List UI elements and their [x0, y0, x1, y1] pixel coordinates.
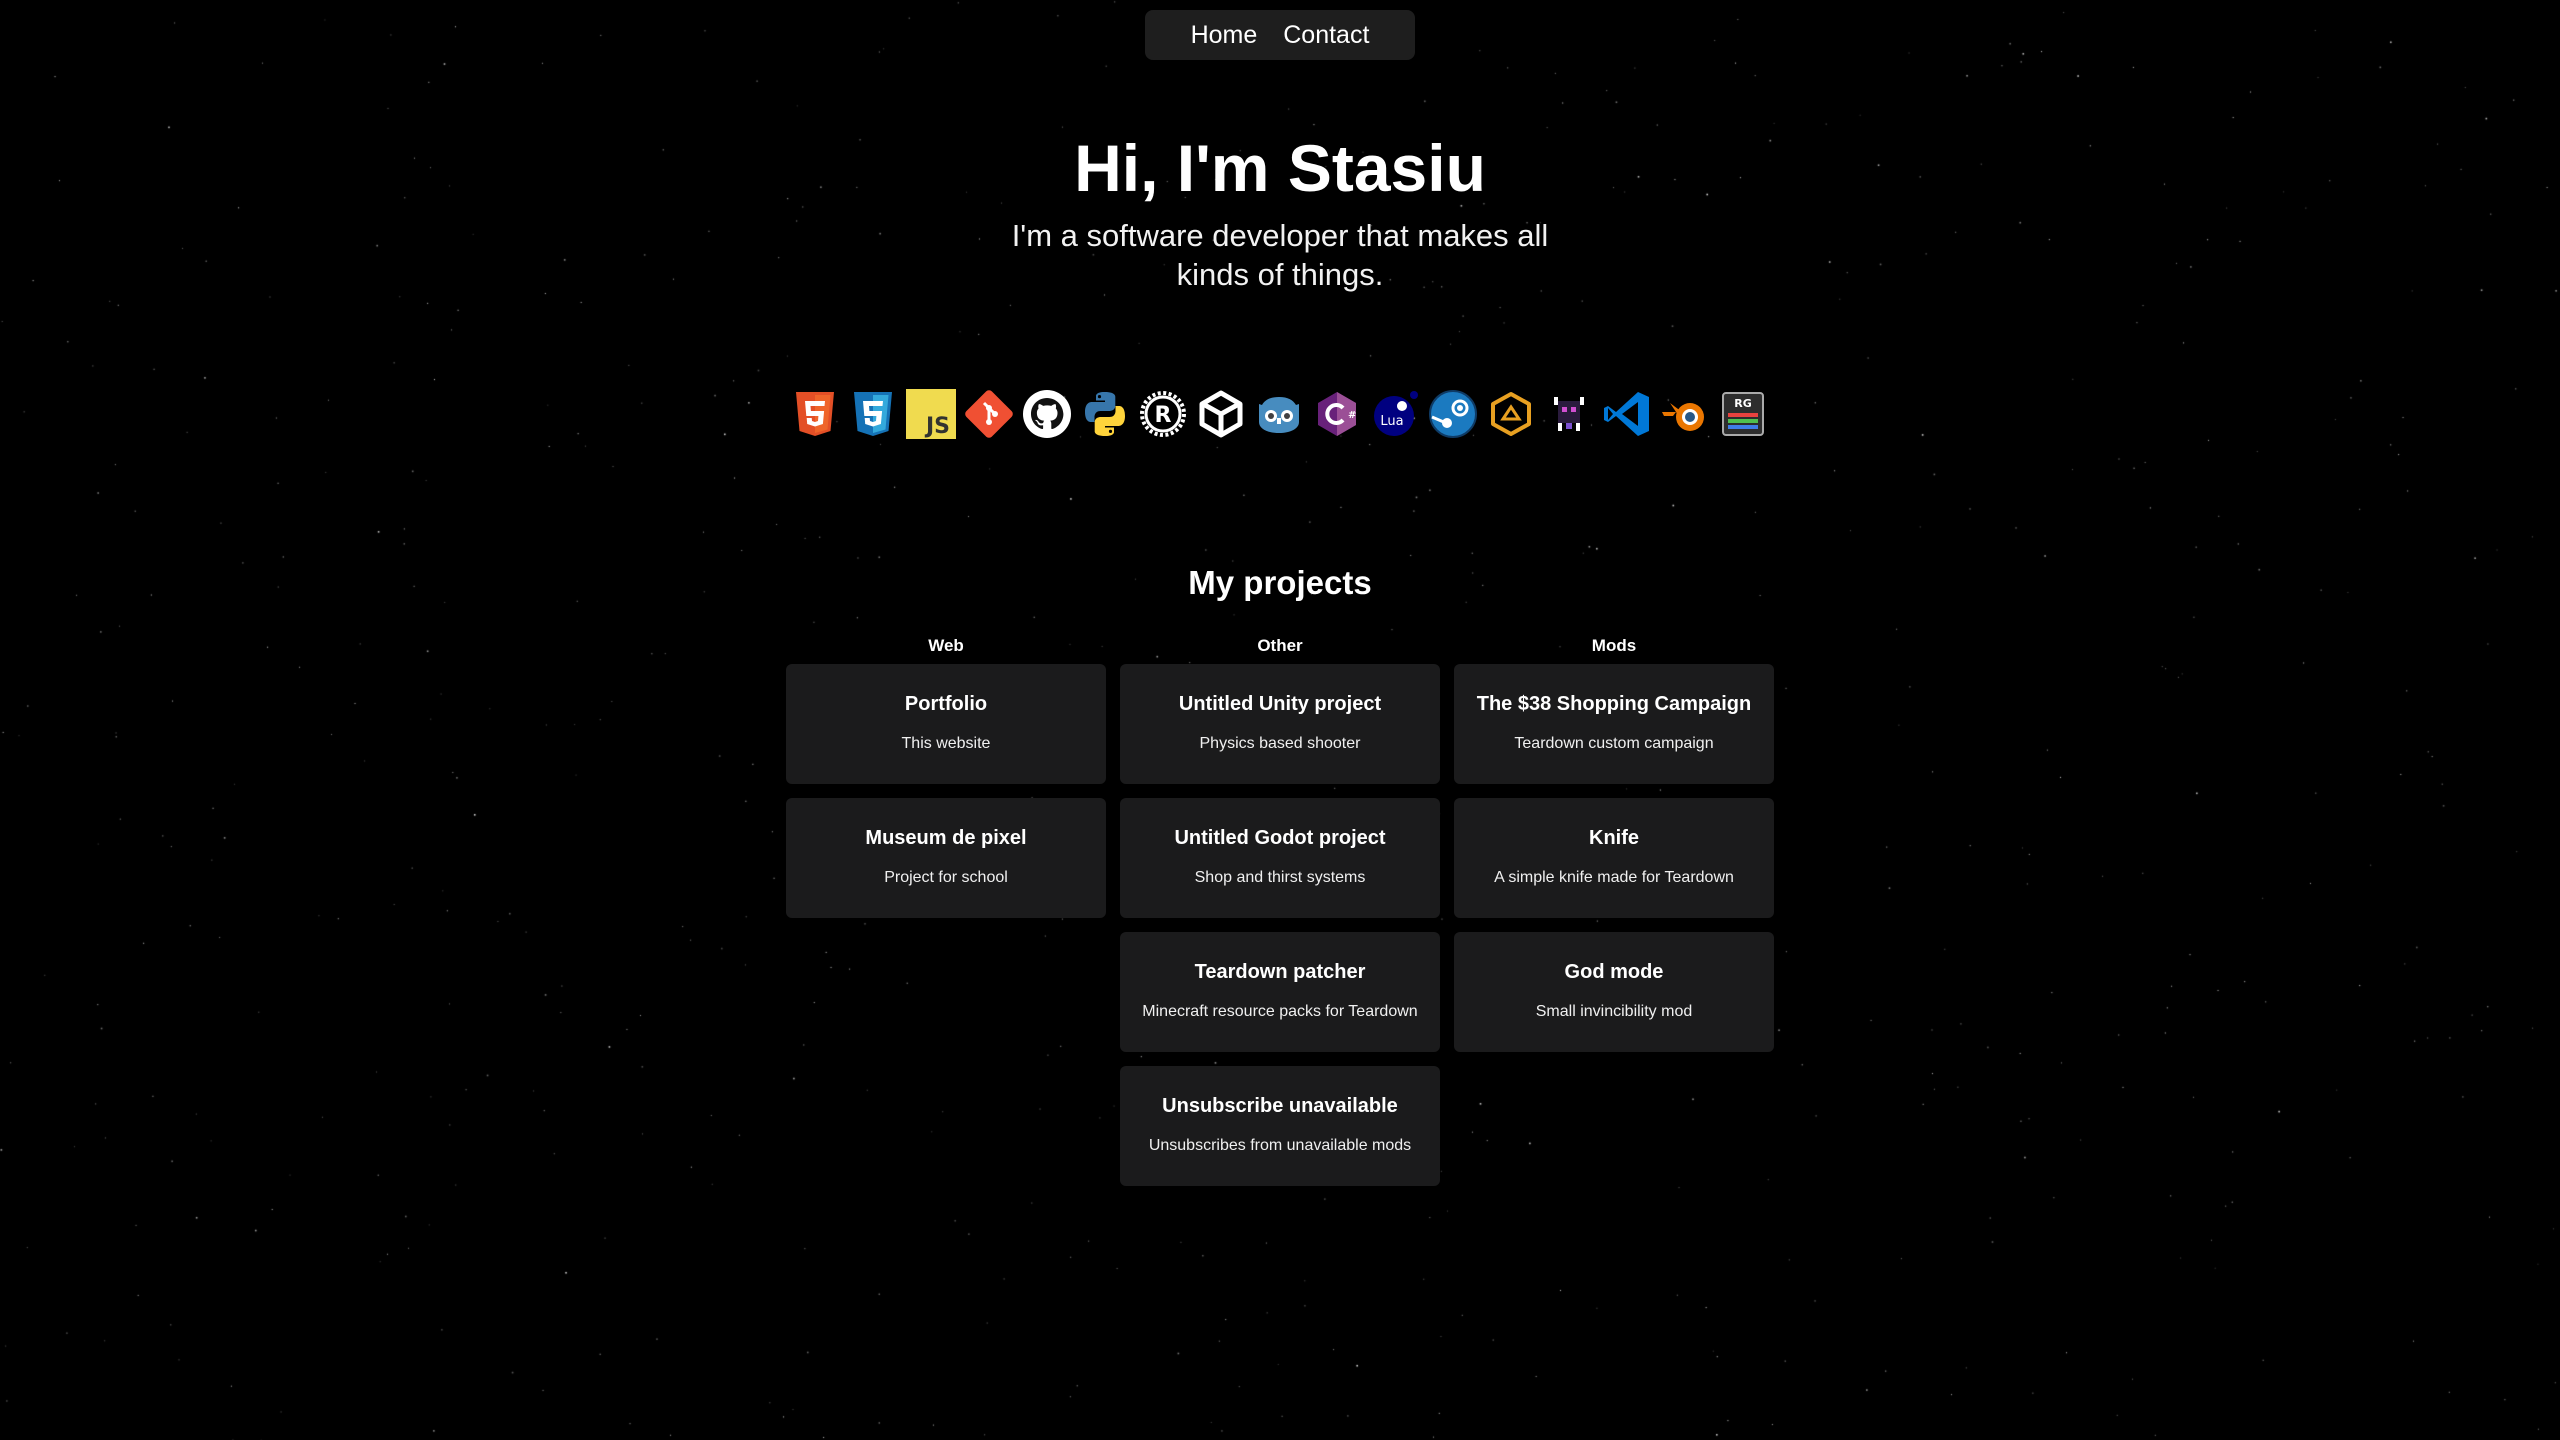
hero-subtitle: I'm a software developer that makes all …	[1011, 218, 1549, 292]
blocks-icon	[1486, 389, 1536, 439]
hero-title: Hi, I'm Stasiu	[1074, 131, 1486, 205]
project-title: Untitled Godot project	[1174, 827, 1386, 849]
projects-title: My projects	[1188, 564, 1372, 601]
svg-text:R: R	[1155, 403, 1172, 428]
top-nav: Home Contact	[1145, 10, 1415, 60]
lua-icon: Lua	[1370, 389, 1420, 439]
svg-text:JS: JS	[924, 414, 950, 439]
svg-text:RG: RG	[1734, 397, 1752, 410]
vscode-icon	[1602, 389, 1652, 439]
unity-icon	[1196, 389, 1246, 439]
projects-column-web: Web Portfolio This website Museum de pix…	[786, 636, 1106, 932]
project-title: Untitled Unity project	[1178, 693, 1382, 715]
nav-home-link[interactable]: Home	[1191, 21, 1258, 50]
project-card-teardown-patcher[interactable]: Teardown patcher Minecraft resource pack…	[1120, 932, 1440, 1052]
project-description: A simple knife made for Teardown	[1494, 869, 1734, 886]
blender-icon	[1660, 389, 1710, 439]
project-card-god-mode[interactable]: God mode Small invincibility mod	[1454, 932, 1774, 1052]
project-title: Unsubscribe unavailable	[1162, 1095, 1398, 1117]
projects-column-mods: Mods The $38 Shopping Campaign Teardown …	[1454, 636, 1774, 1066]
project-description: Shop and thirst systems	[1194, 869, 1366, 886]
steam-icon	[1428, 389, 1478, 439]
pixel-creature-icon	[1544, 389, 1594, 439]
project-title: Knife	[1589, 827, 1639, 849]
godot-icon	[1254, 389, 1304, 439]
project-card-unsubscribe-unavailable[interactable]: Unsubscribe unavailable Unsubscribes fro…	[1120, 1066, 1440, 1186]
javascript-icon: JS	[906, 389, 956, 439]
git-icon	[964, 389, 1014, 439]
project-description: Project for school	[884, 869, 1008, 886]
project-title: Museum de pixel	[865, 827, 1027, 849]
column-heading-other: Other	[1257, 636, 1303, 655]
project-title: God mode	[1564, 961, 1664, 983]
skills-icon-row: JS R # Lua RG	[790, 384, 1770, 444]
github-icon	[1022, 389, 1072, 439]
python-icon	[1080, 389, 1130, 439]
column-heading-web: Web	[928, 636, 964, 655]
project-description: Teardown custom campaign	[1514, 735, 1714, 752]
svg-text:Lua: Lua	[1380, 414, 1403, 429]
column-heading-mods: Mods	[1591, 636, 1637, 655]
project-card-shopping-campaign[interactable]: The $38 Shopping Campaign Teardown custo…	[1454, 664, 1774, 784]
project-description: Small invincibility mod	[1535, 1003, 1693, 1020]
project-title: Teardown patcher	[1194, 961, 1366, 983]
css3-icon	[848, 389, 898, 439]
project-description: Minecraft resource packs for Teardown	[1142, 1003, 1418, 1020]
project-description: Physics based shooter	[1199, 735, 1361, 752]
rgb-board-icon: RG	[1718, 389, 1768, 439]
project-description: Unsubscribes from unavailable mods	[1148, 1137, 1412, 1154]
csharp-icon: #	[1312, 389, 1362, 439]
project-title: Portfolio	[904, 693, 988, 715]
page: Home Contact Hi, I'm Stasiu I'm a softwa…	[0, 0, 2560, 1440]
html5-icon	[790, 389, 840, 439]
project-title: The $38 Shopping Campaign	[1476, 693, 1752, 715]
project-card-museum-de-pixel[interactable]: Museum de pixel Project for school	[786, 798, 1106, 918]
svg-text:#: #	[1348, 410, 1356, 421]
project-card-portfolio[interactable]: Portfolio This website	[786, 664, 1106, 784]
project-description: This website	[901, 735, 991, 752]
project-card-knife[interactable]: Knife A simple knife made for Teardown	[1454, 798, 1774, 918]
project-card-untitled-godot[interactable]: Untitled Godot project Shop and thirst s…	[1120, 798, 1440, 918]
rust-icon: R	[1138, 389, 1188, 439]
nav-contact-link[interactable]: Contact	[1283, 21, 1369, 50]
project-card-untitled-unity[interactable]: Untitled Unity project Physics based sho…	[1120, 664, 1440, 784]
projects-column-other: Other Untitled Unity project Physics bas…	[1120, 636, 1440, 1200]
